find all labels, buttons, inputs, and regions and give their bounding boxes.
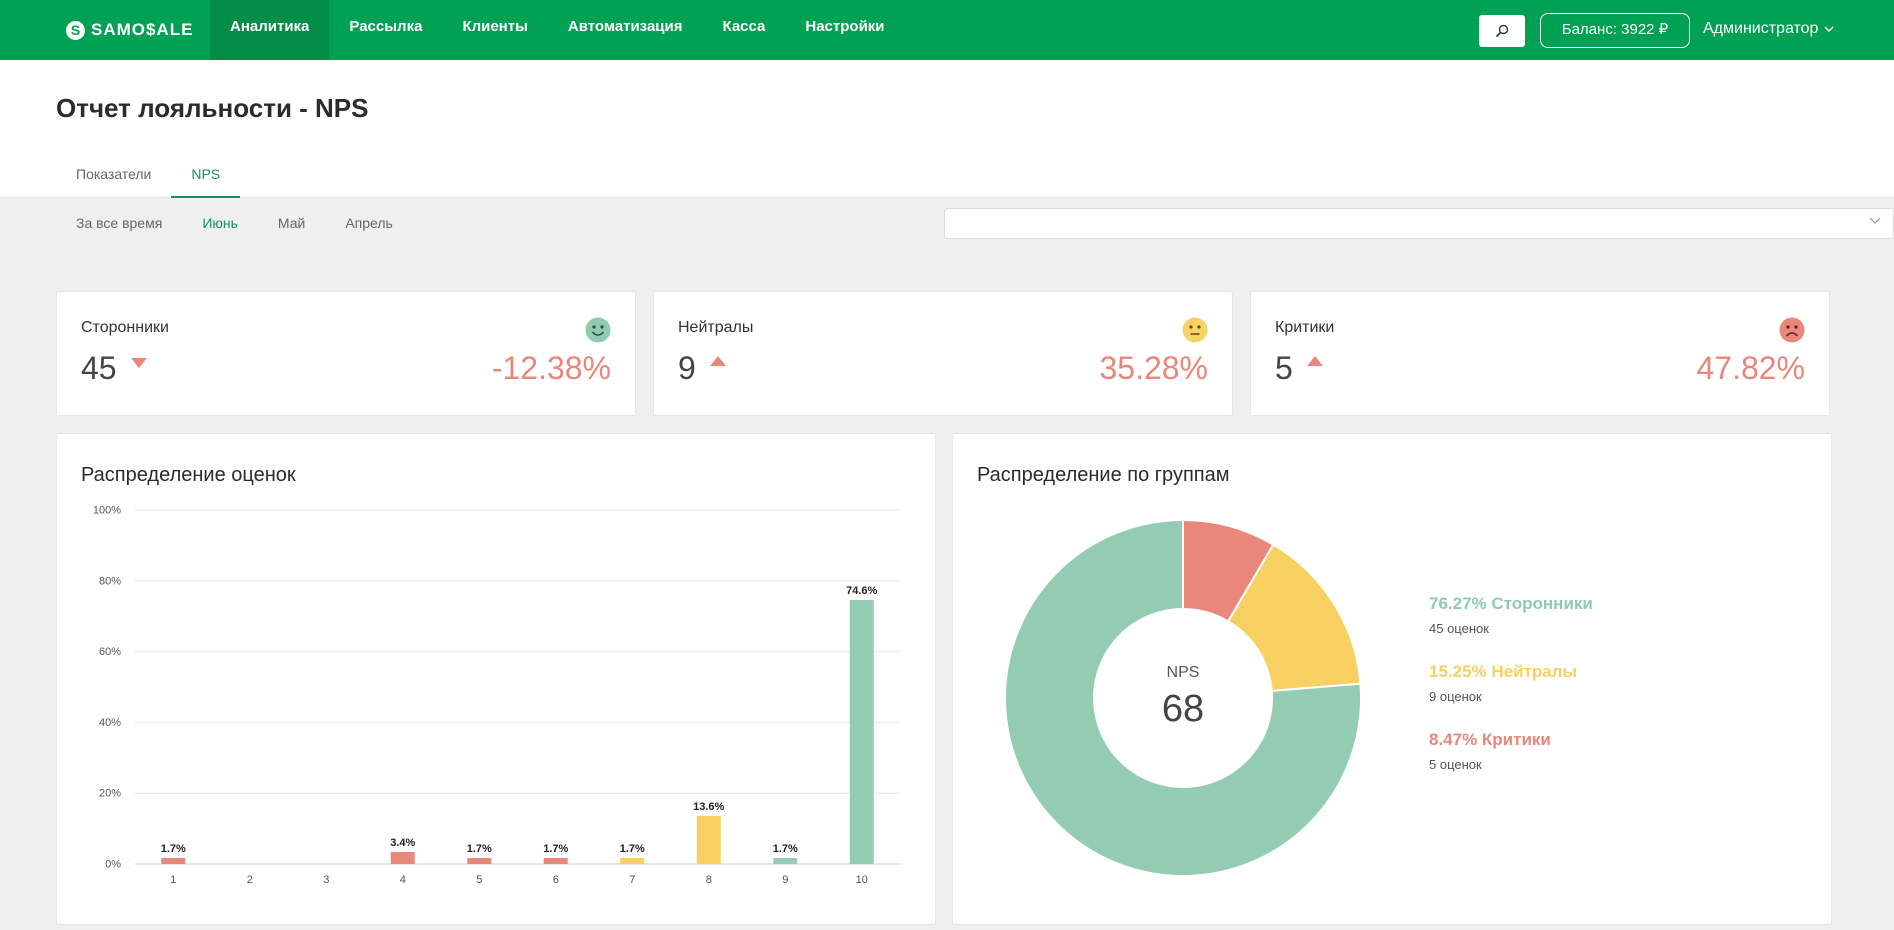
nav-item-cashbox[interactable]: Касса bbox=[702, 0, 785, 60]
tab-indicators[interactable]: Показатели bbox=[56, 160, 171, 198]
trend-up-icon bbox=[710, 356, 726, 366]
bar-value-label: 3.4% bbox=[390, 837, 415, 849]
filter-select[interactable] bbox=[944, 208, 1894, 239]
x-tick-label: 4 bbox=[400, 874, 406, 886]
bar[interactable] bbox=[467, 857, 492, 864]
bar-value-label: 1.7% bbox=[543, 843, 568, 855]
y-tick-label: 40% bbox=[99, 717, 121, 729]
logo[interactable]: S SAMO$ALE bbox=[66, 18, 193, 42]
stat-card-promoters: Сторонники 45 -12.38% bbox=[56, 291, 636, 416]
legend-label: 8.47% Критики bbox=[1429, 730, 1551, 749]
period-filter: За все время Июнь Май Апрель bbox=[56, 212, 413, 234]
score-distribution-card: Распределение оценок 0% 20% 40% 60% 80% 100% 1… bbox=[56, 433, 936, 925]
bar[interactable] bbox=[543, 857, 568, 864]
legend-count: 45 оценок bbox=[1429, 621, 1489, 636]
x-tick-label: 1 bbox=[170, 874, 176, 886]
stat-card-neutrals: Нейтралы 9 35.28% bbox=[653, 291, 1233, 416]
user-menu[interactable]: Администратор bbox=[1703, 20, 1834, 38]
y-tick-label: 0% bbox=[105, 859, 121, 871]
legend-item-detractors: 8.47% Критики 5 оценок bbox=[1429, 730, 1551, 772]
logo-text: SAMO$ALE bbox=[91, 20, 194, 39]
stat-count: 9 bbox=[678, 350, 696, 386]
x-tick-label: 2 bbox=[247, 874, 253, 886]
legend-label: 15.25% Нейтралы bbox=[1429, 662, 1578, 681]
bar[interactable] bbox=[161, 857, 186, 864]
bar-value-label: 74.6% bbox=[846, 585, 877, 597]
bar-value-label: 1.7% bbox=[620, 843, 645, 855]
stat-change: 35.28% bbox=[1099, 350, 1208, 386]
group-distribution-donut: NPS 68 bbox=[1004, 518, 1362, 877]
neutral-face-icon bbox=[1182, 317, 1208, 343]
user-name: Администратор bbox=[1703, 20, 1819, 37]
logo-mark-icon: S bbox=[66, 20, 85, 40]
x-tick-label: 8 bbox=[706, 874, 712, 886]
legend-label: 76.27% Сторонники bbox=[1429, 594, 1593, 613]
bar-value-label: 13.6% bbox=[693, 801, 724, 813]
frown-icon bbox=[1779, 317, 1805, 343]
x-tick-label: 7 bbox=[629, 874, 635, 886]
legend-item-promoters: 76.27% Сторонники 45 оценок bbox=[1429, 594, 1593, 636]
y-tick-label: 100% bbox=[93, 505, 121, 517]
stat-change: -12.38% bbox=[491, 350, 611, 386]
stat-card-detractors: Критики 5 47.82% bbox=[1250, 291, 1830, 416]
tab-nps[interactable]: NPS bbox=[171, 160, 241, 198]
legend-item-neutrals: 15.25% Нейтралы 9 оценок bbox=[1429, 662, 1577, 704]
period-all-time[interactable]: За все время bbox=[56, 212, 182, 234]
x-tick-label: 3 bbox=[323, 874, 329, 886]
bar[interactable] bbox=[620, 857, 645, 864]
page-header: Отчет лояльности - NPS Показатели NPS bbox=[0, 60, 1894, 198]
stat-change: 47.82% bbox=[1696, 350, 1805, 386]
trend-down-icon bbox=[131, 358, 147, 368]
period-april[interactable]: Апрель bbox=[325, 212, 413, 234]
bar[interactable] bbox=[849, 599, 874, 864]
y-tick-label: 20% bbox=[99, 788, 121, 800]
stat-label: Критики bbox=[1275, 319, 1335, 336]
x-tick-label: 5 bbox=[476, 874, 482, 886]
period-may[interactable]: Май bbox=[258, 212, 325, 234]
nav-item-automation[interactable]: Автоматизация bbox=[548, 0, 703, 60]
legend-count: 5 оценок bbox=[1429, 757, 1482, 772]
donut-center-value: 68 bbox=[1162, 688, 1204, 730]
nav-item-settings[interactable]: Настройки bbox=[785, 0, 904, 60]
period-june[interactable]: Июнь bbox=[182, 212, 258, 234]
stat-label: Нейтралы bbox=[678, 319, 754, 336]
bar[interactable] bbox=[696, 815, 721, 864]
bar[interactable] bbox=[773, 857, 798, 864]
stat-count: 45 bbox=[81, 350, 117, 386]
page-title: Отчет лояльности - NPS bbox=[56, 93, 369, 123]
score-distribution-chart: 0% 20% 40% 60% 80% 100% 1.7% 1 2 3 3.4% 4 1.7% 5 1.7% 6… bbox=[93, 505, 900, 886]
trend-up-icon bbox=[1307, 356, 1323, 366]
chevron-down-icon bbox=[1869, 217, 1881, 224]
nav-item-analytics[interactable]: Аналитика bbox=[210, 0, 330, 60]
y-tick-label: 60% bbox=[99, 646, 121, 658]
stat-label: Сторонники bbox=[81, 319, 169, 336]
search-button[interactable] bbox=[1479, 15, 1525, 47]
x-tick-label: 9 bbox=[782, 874, 788, 886]
y-tick-label: 80% bbox=[99, 575, 121, 587]
balance-button[interactable]: Баланс: 3922 ₽ bbox=[1540, 13, 1690, 48]
bar-value-label: 1.7% bbox=[161, 843, 186, 855]
stat-count: 5 bbox=[1275, 350, 1293, 386]
bar-value-label: 1.7% bbox=[773, 843, 798, 855]
group-distribution-card: Распределение по группам NPS 68 76.27% Ст… bbox=[952, 433, 1832, 925]
nav-item-mailing[interactable]: Рассылка bbox=[329, 0, 442, 60]
x-tick-label: 10 bbox=[856, 874, 868, 886]
chevron-down-icon bbox=[1824, 26, 1834, 32]
top-navbar: S SAMO$ALE Аналитика Рассылка Клиенты Ав… bbox=[0, 0, 1894, 60]
x-tick-label: 6 bbox=[553, 874, 559, 886]
nav-item-clients[interactable]: Клиенты bbox=[442, 0, 547, 60]
search-icon bbox=[1495, 24, 1509, 38]
main-menu: Аналитика Рассылка Клиенты Автоматизация… bbox=[210, 0, 905, 60]
donut-center-label: NPS bbox=[1167, 664, 1200, 681]
smile-icon bbox=[585, 317, 611, 343]
bar[interactable] bbox=[390, 851, 415, 864]
bar-value-label: 1.7% bbox=[467, 843, 492, 855]
legend-count: 9 оценок bbox=[1429, 689, 1482, 704]
report-tabs: Показатели NPS bbox=[56, 160, 241, 198]
